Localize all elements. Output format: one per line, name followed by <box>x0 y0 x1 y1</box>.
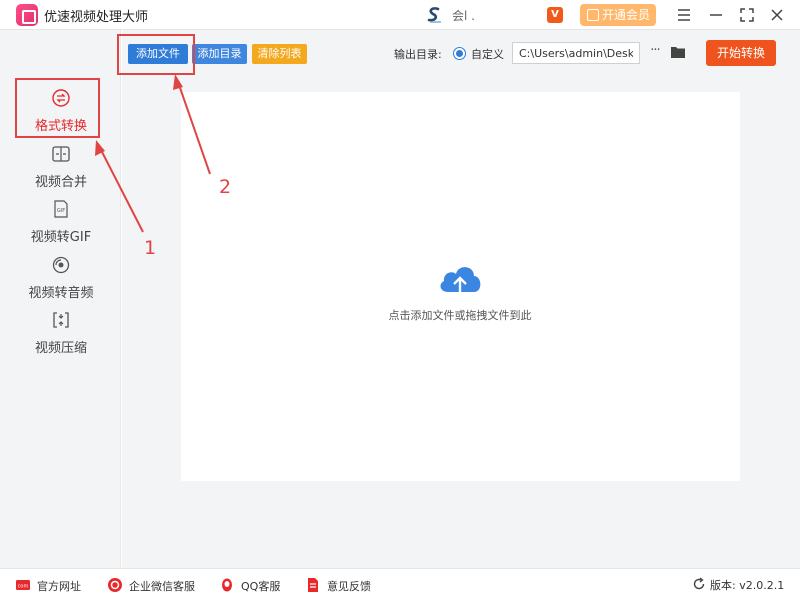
folder-icon[interactable] <box>670 44 686 60</box>
svg-text:GIF: GIF <box>57 208 65 214</box>
annotation-box-add-file <box>117 34 195 75</box>
vip-crown-icon <box>587 9 599 21</box>
vip-button-label: 开通会员 <box>602 8 651 22</box>
version-label: 版本: v2.0.2.1 <box>710 579 785 592</box>
vip-badge-icon[interactable]: V <box>547 7 563 23</box>
app-logo-icon <box>16 4 38 26</box>
toolbar: 添加文件 添加目录 清除列表 输出目录: 自定义 ··· 开始转换 <box>122 30 800 78</box>
sidebar-item-video-merge[interactable]: 视频合并 <box>16 140 106 196</box>
wechat-icon <box>108 578 122 592</box>
add-directory-button[interactable]: 添加目录 <box>192 44 247 64</box>
minimize-icon[interactable] <box>706 5 726 25</box>
annotation-step-1: 1 <box>144 237 157 259</box>
sidebar-item-label: 视频压缩 <box>34 341 87 356</box>
sidebar-item-label: 视频转音频 <box>28 286 94 301</box>
sidebar-item-label: 视频合并 <box>34 175 87 190</box>
title-bar: 优速视频处理大师 会l . V 开通会员 <box>0 0 800 30</box>
custom-dir-radio[interactable] <box>453 47 466 60</box>
sidebar-item-label: 视频转GIF <box>30 230 92 245</box>
website-icon: com <box>16 580 30 590</box>
annotation-box-format-convert <box>15 78 100 138</box>
video-merge-icon <box>52 146 70 162</box>
sidebar-item-video-to-audio[interactable]: 视频转音频 <box>16 251 106 307</box>
annotation-step-2: 2 <box>219 176 232 198</box>
close-icon[interactable] <box>767 5 787 25</box>
footer-link-label: 意见反馈 <box>327 580 371 593</box>
footer-link-label: 官方网址 <box>37 580 81 593</box>
footer-link-label: 企业微信客服 <box>129 580 195 593</box>
sidebar-item-video-to-gif[interactable]: GIF 视频转GIF <box>16 195 106 251</box>
refresh-icon <box>693 577 705 590</box>
clear-list-button[interactable]: 清除列表 <box>252 44 307 64</box>
vip-button[interactable]: 开通会员 <box>580 4 656 26</box>
feedback-icon <box>308 578 318 592</box>
app-title: 优速视频处理大师 <box>44 10 149 25</box>
svg-text:com: com <box>18 584 29 590</box>
output-dir-label: 输出目录: <box>394 48 442 61</box>
user-name[interactable]: 会l . <box>452 7 475 24</box>
maximize-icon[interactable] <box>737 5 757 25</box>
custom-dir-label: 自定义 <box>471 48 504 61</box>
start-convert-button[interactable]: 开始转换 <box>706 40 776 66</box>
more-options-button[interactable]: ··· <box>647 44 663 62</box>
audio-icon <box>52 256 70 274</box>
menu-icon[interactable] <box>674 5 694 25</box>
sidebar-item-video-compress[interactable]: 视频压缩 <box>16 306 106 362</box>
user-avatar-icon[interactable] <box>424 5 444 25</box>
footer: com 官方网址 企业微信客服 QQ客服 意见反馈 版本: v2.0.2.1 <box>0 568 800 600</box>
output-path-input[interactable] <box>512 42 640 64</box>
compress-icon <box>53 312 69 328</box>
qq-icon <box>222 578 232 592</box>
gif-icon: GIF <box>54 200 68 218</box>
cloud-upload-icon[interactable] <box>436 258 484 302</box>
footer-link-label: QQ客服 <box>241 580 281 593</box>
drop-hint-text: 点击添加文件或拖拽文件到此 <box>388 309 532 322</box>
